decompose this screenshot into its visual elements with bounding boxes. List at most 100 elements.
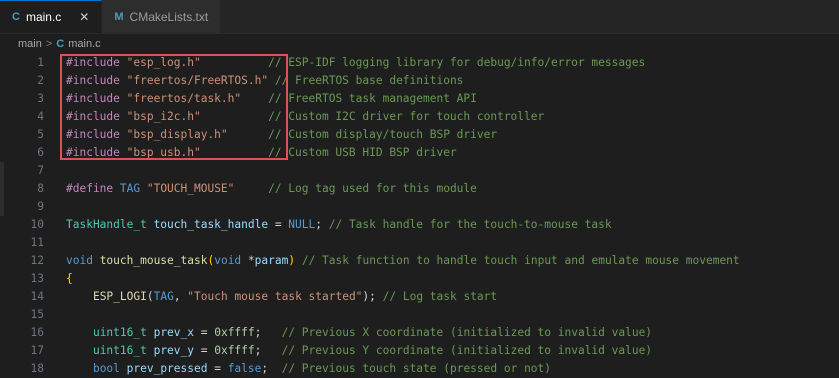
code-line[interactable]: 15 — [0, 306, 839, 324]
code-token: // Previous X coordinate (initialized to… — [281, 326, 653, 339]
line-number: 6 — [37, 146, 44, 159]
code-line[interactable]: 9 — [0, 198, 839, 216]
code-line[interactable]: 8 #define TAG "TOUCH_MOUSE" // Log tag us… — [0, 180, 839, 198]
code-token: "esp_log.h" — [126, 56, 201, 69]
code-token: // Log tag used for this module — [268, 182, 477, 195]
code-token: // Custom display/touch BSP driver — [268, 128, 498, 141]
code-token: "Touch mouse task started" — [187, 290, 363, 303]
line-number: 17 — [30, 344, 44, 357]
code-token: #include — [66, 128, 127, 141]
breadcrumb-file[interactable]: main.c — [68, 38, 100, 50]
code-line[interactable]: 7 — [0, 162, 839, 180]
code-token: "bsp_i2c.h" — [126, 110, 201, 123]
code-token: #define — [66, 182, 120, 195]
line-number: 16 — [30, 326, 44, 339]
c-file-icon: C — [12, 11, 20, 23]
code-editor[interactable]: 1 #include "esp_log.h" // ESP-IDF logging… — [0, 54, 839, 378]
code-token: #include — [66, 110, 127, 123]
code-token: // FreeRTOS task management API — [268, 92, 477, 105]
code-token: // Previous touch state (pressed or not) — [281, 362, 552, 375]
code-line[interactable]: 5 #include "bsp_display.h" // Custom disp… — [0, 126, 839, 144]
code-line[interactable]: 3 #include "freertos/task.h" // FreeRTOS … — [0, 90, 839, 108]
line-number: 9 — [37, 200, 44, 213]
code-token: // Task handle for the touch-to-mouse ta… — [328, 218, 612, 231]
code-token: // Task function to handle touch input a… — [301, 254, 740, 267]
code-token: = — [194, 326, 215, 339]
code-token: "freertos/FreeRTOS.h" — [126, 74, 269, 87]
line-number: 1 — [37, 56, 44, 69]
code-token: false — [227, 362, 262, 375]
tab-cmakelists[interactable]: M CMakeLists.txt — [102, 0, 222, 33]
c-file-icon: C — [56, 38, 65, 50]
code-token: // FreeRTOS base definitions — [274, 74, 464, 87]
code-token: // Previous Y coordinate (initialized to… — [281, 344, 653, 357]
code-token: prev_x — [153, 326, 194, 339]
code-token: TAG — [153, 290, 174, 303]
code-token: touch_task_handle — [153, 218, 269, 231]
line-number: 11 — [30, 236, 44, 249]
line-number: 5 — [37, 128, 44, 141]
code-token: void — [214, 254, 248, 267]
code-text: TaskHandle_t touch_task_handle = NULL; /… — [66, 216, 839, 234]
line-number: 12 — [30, 254, 44, 267]
code-line[interactable]: 16 uint16_t prev_x = 0xffff; // Previous… — [0, 324, 839, 342]
code-token: ; — [261, 362, 282, 375]
code-token: TaskHandle_t — [66, 218, 154, 231]
code-token: TAG — [119, 182, 147, 195]
code-token: ; — [254, 326, 282, 339]
code-token: * — [247, 254, 255, 267]
code-token: param — [254, 254, 289, 267]
code-line[interactable]: 17 uint16_t prev_y = 0xffff; // Previous… — [0, 342, 839, 360]
code-line[interactable]: 14 ESP_LOGI(TAG, "Touch mouse task start… — [0, 288, 839, 306]
code-token: "bsp_display.h" — [126, 128, 228, 141]
code-token: ESP_LOGI — [92, 290, 147, 303]
code-token: 0xffff — [214, 326, 255, 339]
tab-main-c[interactable]: C main.c ✕ — [0, 0, 103, 33]
code-line[interactable]: 1 #include "esp_log.h" // ESP-IDF logging… — [0, 54, 839, 72]
code-line[interactable]: 6 #include "bsp_usb.h" // Custom USB HID … — [0, 144, 839, 162]
code-token: 0xffff — [214, 344, 255, 357]
code-token: = — [268, 218, 289, 231]
code-token: touch_mouse_task — [99, 254, 208, 267]
code-text: uint16_t prev_x = 0xffff; // Previous X … — [66, 324, 839, 342]
code-line[interactable]: 11 — [0, 234, 839, 252]
code-token: ; — [315, 218, 329, 231]
breadcrumb-folder[interactable]: main — [18, 38, 42, 50]
line-number: 3 — [37, 92, 44, 105]
code-text: void touch_mouse_task(void *param) // Ta… — [66, 252, 839, 270]
chevron-right-icon: > — [45, 38, 53, 50]
line-number: 7 — [37, 164, 44, 177]
code-text: #include "esp_log.h" // ESP-IDF logging … — [66, 54, 839, 72]
code-token: #include — [66, 92, 127, 105]
code-token: #include — [66, 56, 127, 69]
code-line[interactable]: 10 TaskHandle_t touch_task_handle = NULL;… — [0, 216, 839, 234]
code-text: ESP_LOGI(TAG, "Touch mouse task started"… — [66, 288, 839, 306]
code-line[interactable]: 13 { — [0, 270, 839, 288]
code-line[interactable]: 12 void touch_mouse_task(void *param) // … — [0, 252, 839, 270]
code-token: "freertos/task.h" — [126, 92, 242, 105]
tab-label: main.c — [25, 10, 62, 24]
close-icon[interactable]: ✕ — [79, 10, 89, 24]
code-line[interactable]: 4 #include "bsp_i2c.h" // Custom I2C driv… — [0, 108, 839, 126]
line-number: 13 — [30, 272, 44, 285]
code-text: #define TAG "TOUCH_MOUSE" // Log tag use… — [66, 180, 839, 198]
code-token: = — [194, 344, 215, 357]
code-text: uint16_t prev_y = 0xffff; // Previous Y … — [66, 342, 839, 360]
code-token: = — [207, 362, 228, 375]
code-token: #include — [66, 74, 127, 87]
code-text: #include "bsp_i2c.h" // Custom I2C drive… — [66, 108, 839, 126]
code-line[interactable]: 2 #include "freertos/FreeRTOS.h" // FreeR… — [0, 72, 839, 90]
